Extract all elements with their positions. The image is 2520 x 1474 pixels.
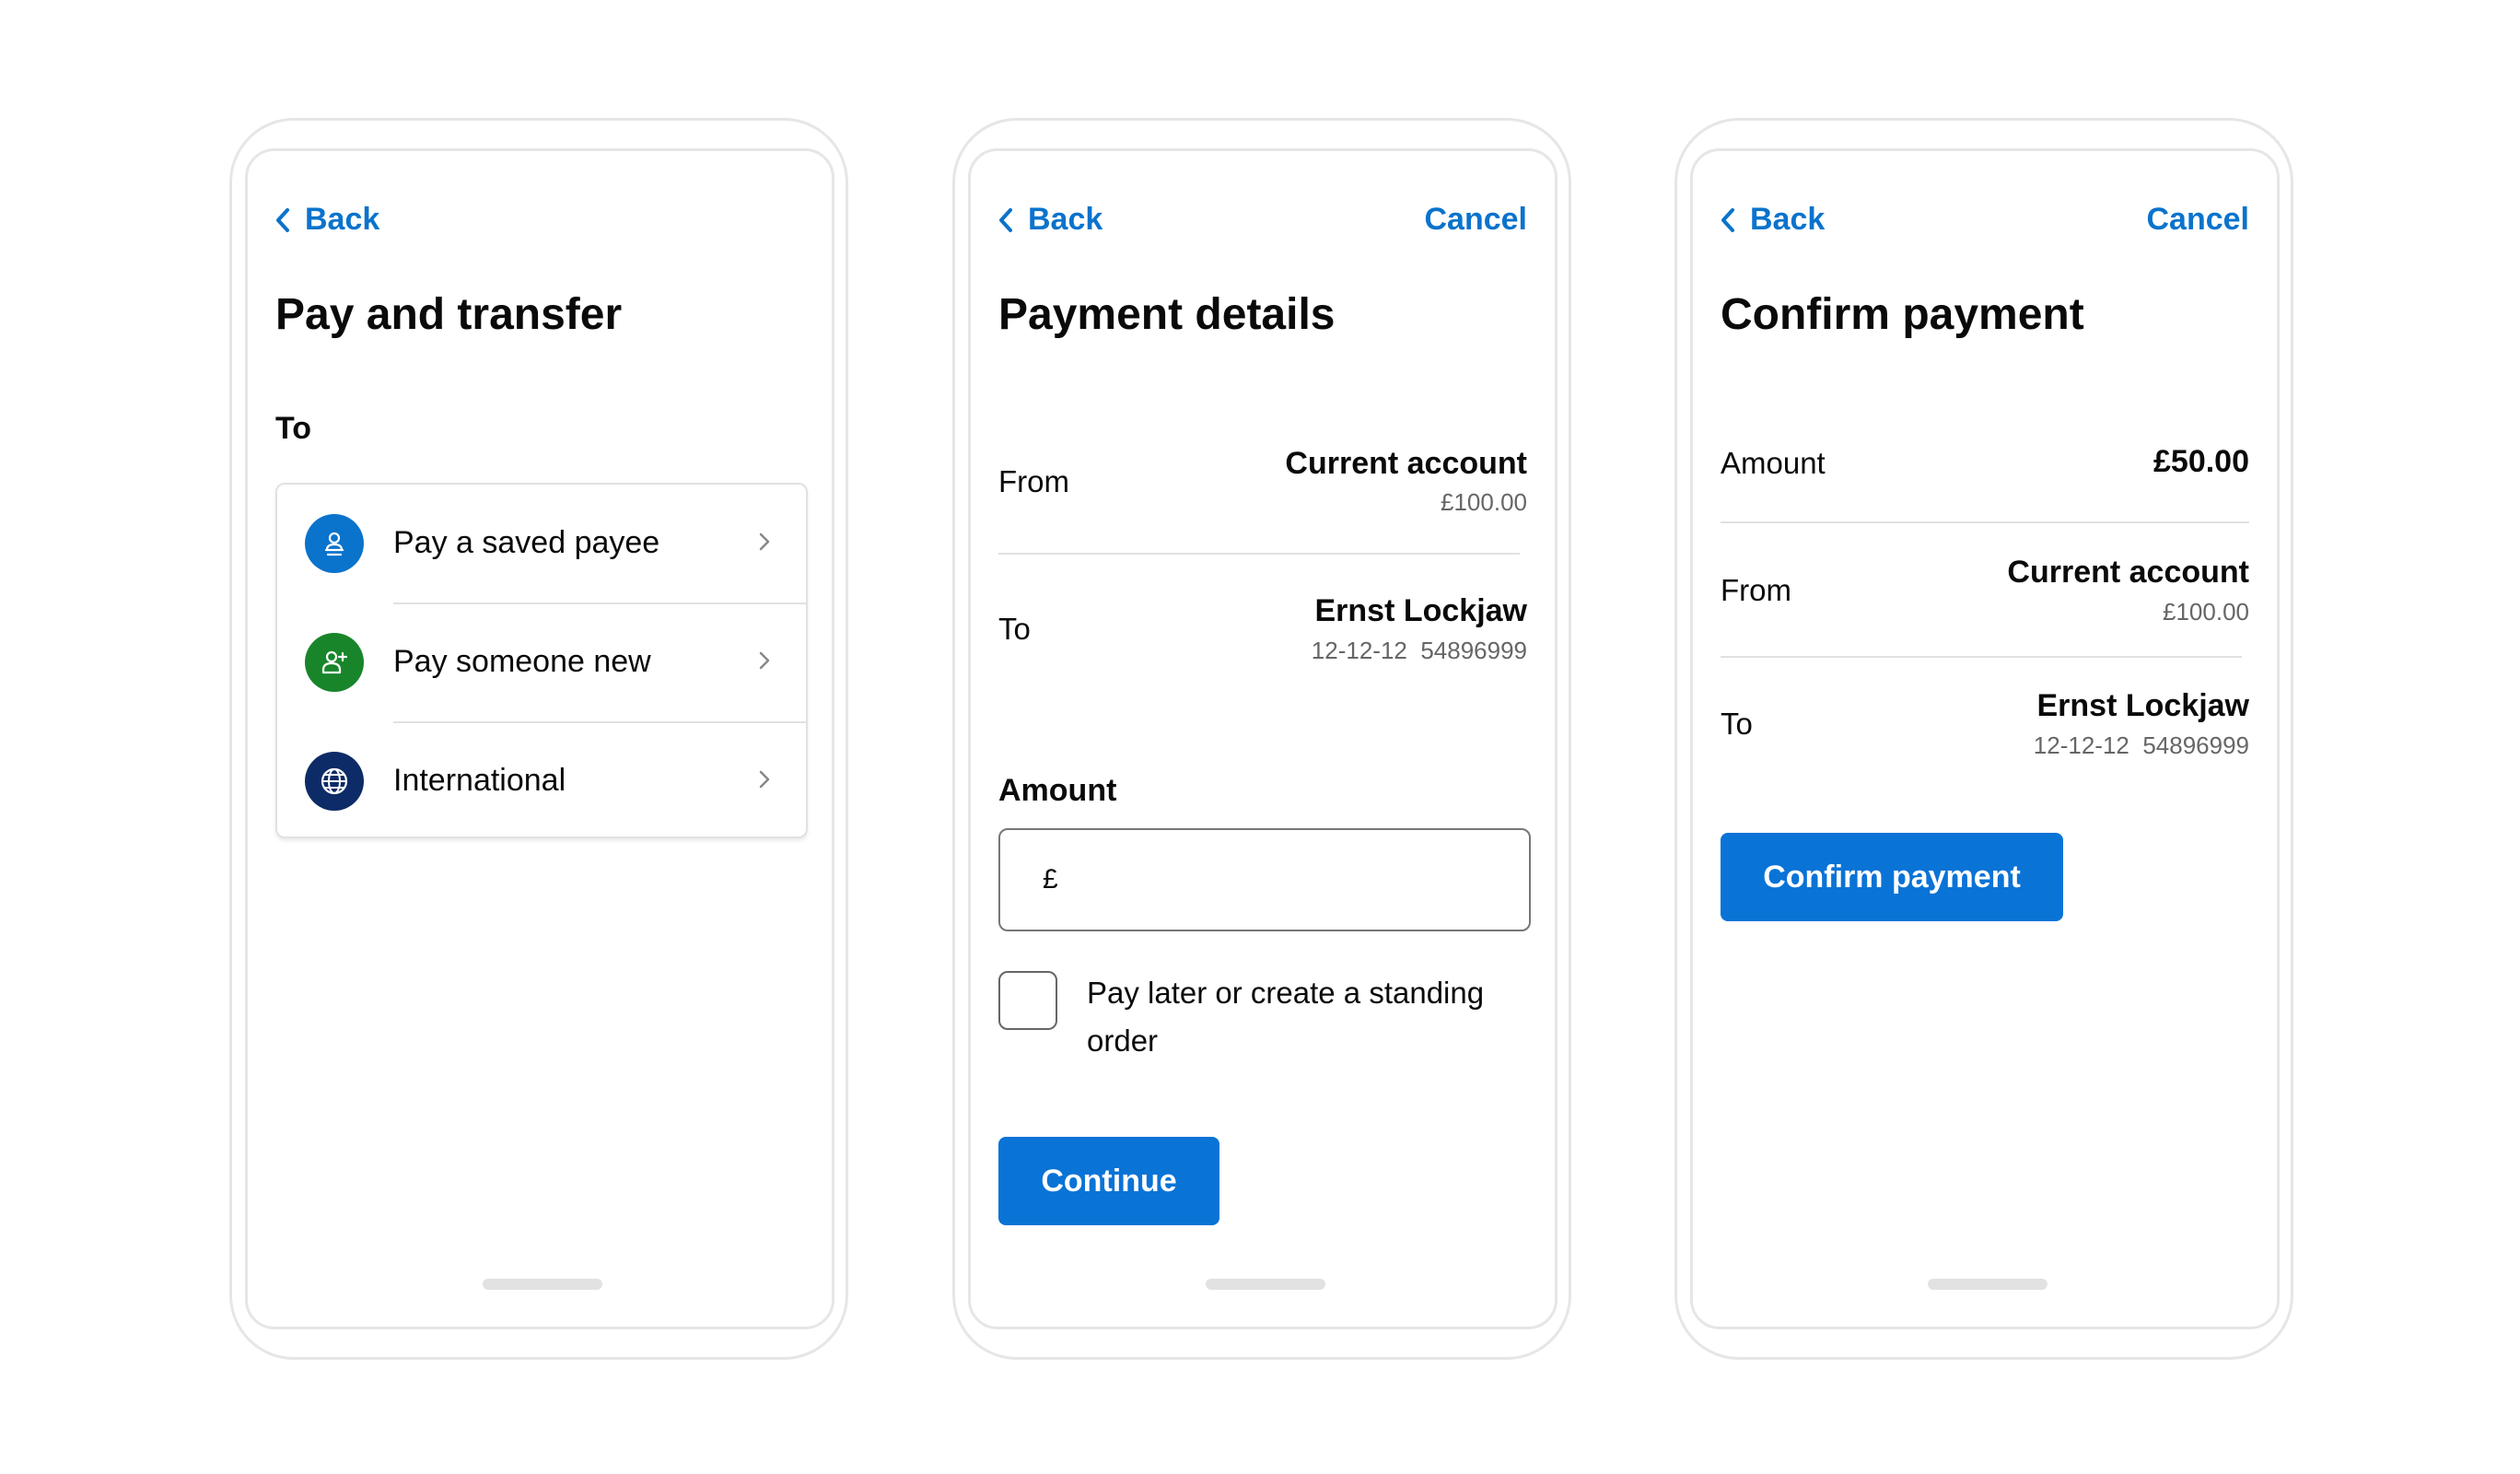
option-international[interactable]: International	[277, 722, 806, 840]
from-account: Current account	[1285, 446, 1527, 481]
to-label: To	[998, 612, 1031, 646]
home-indicator	[1206, 1279, 1325, 1290]
from-label: From	[1721, 573, 1791, 607]
to-section-label: To	[275, 411, 312, 446]
saved-payee-icon	[305, 514, 364, 573]
chevron-right-icon	[759, 651, 770, 670]
globe-icon	[305, 752, 364, 811]
chevron-left-icon	[999, 207, 1012, 232]
to-label: To	[1721, 707, 1753, 741]
back-button[interactable]: Back	[1721, 202, 1825, 238]
chevron-left-icon	[276, 207, 289, 232]
from-balance: £100.00	[2163, 598, 2249, 626]
nav-bar: Back Cancel	[1721, 202, 2249, 248]
home-indicator	[483, 1279, 602, 1290]
amount-input[interactable]: £	[998, 828, 1531, 931]
home-indicator	[1928, 1279, 2048, 1290]
back-label: Back	[1750, 202, 1826, 237]
nav-bar: Back	[275, 202, 804, 248]
phone-pay-and-transfer: Back Pay and transfer To Pay a saved pay…	[229, 118, 848, 1360]
chevron-left-icon	[1721, 207, 1734, 232]
standing-order-label: Pay later or create a standing order	[1087, 976, 1485, 1058]
continue-button[interactable]: Continue	[998, 1137, 1219, 1225]
option-pay-saved-payee[interactable]: Pay a saved payee	[277, 485, 806, 602]
payment-options-list: Pay a saved payee Pay someone new Intern…	[275, 483, 808, 838]
option-label: Pay a saved payee	[393, 525, 660, 560]
to-payee-details: 12-12-12 54896999	[2033, 731, 2249, 759]
confirm-payment-button[interactable]: Confirm payment	[1721, 833, 2063, 921]
amount-label: Amount	[1721, 446, 1826, 480]
standing-order-checkbox[interactable]	[998, 971, 1057, 1030]
phone-payment-details: Back Cancel Payment details From Current…	[952, 118, 1571, 1360]
back-button[interactable]: Back	[998, 202, 1102, 238]
to-payee-name: Ernst Lockjaw	[1314, 593, 1527, 628]
amount-value: £50.00	[2153, 444, 2249, 479]
phone-confirm-payment: Back Cancel Confirm payment Amount £50.0…	[1674, 118, 2293, 1360]
option-label: Pay someone new	[393, 644, 651, 679]
option-label: International	[393, 763, 566, 798]
page-title: Payment details	[998, 290, 1336, 339]
from-account: Current account	[2007, 555, 2249, 590]
back-button[interactable]: Back	[275, 202, 379, 238]
to-payee-details: 12-12-12 54896999	[1311, 637, 1527, 664]
currency-symbol: £	[1043, 864, 1058, 895]
add-person-icon	[305, 633, 364, 692]
screen-confirm-payment: Back Cancel Confirm payment Amount £50.0…	[1690, 148, 2280, 1329]
back-label: Back	[305, 202, 380, 237]
chevron-right-icon	[759, 532, 770, 551]
from-balance: £100.00	[1441, 488, 1527, 516]
option-pay-someone-new[interactable]: Pay someone new	[277, 603, 806, 721]
amount-label: Amount	[998, 773, 1117, 808]
chevron-right-icon	[759, 770, 770, 789]
nav-bar: Back Cancel	[998, 202, 1527, 248]
screen-pay-and-transfer: Back Pay and transfer To Pay a saved pay…	[245, 148, 834, 1329]
to-payee-name: Ernst Lockjaw	[2036, 688, 2249, 723]
screen-payment-details: Back Cancel Payment details From Current…	[968, 148, 1558, 1329]
page-title: Pay and transfer	[275, 290, 623, 339]
divider	[998, 553, 1520, 555]
back-label: Back	[1028, 202, 1103, 237]
divider	[1721, 656, 2242, 658]
divider	[1721, 521, 2249, 523]
cancel-button[interactable]: Cancel	[1425, 202, 1528, 238]
cancel-button[interactable]: Cancel	[2147, 202, 2250, 238]
page-title: Confirm payment	[1721, 290, 2084, 339]
from-label: From	[998, 464, 1069, 498]
